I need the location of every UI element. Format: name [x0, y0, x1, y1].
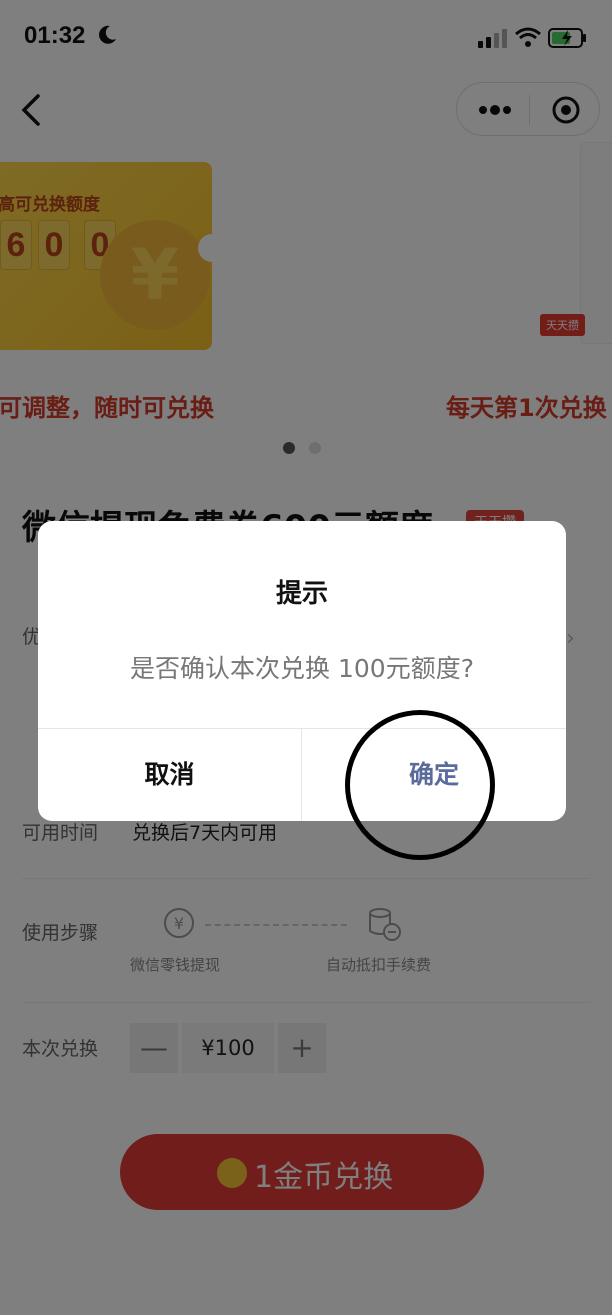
dialog-message: 是否确认本次兑换 100元额度? [130, 654, 474, 683]
tap-indicator [345, 710, 495, 860]
dialog-title: 提示 [275, 579, 328, 609]
cancel-button[interactable]: 取消 [38, 728, 301, 821]
